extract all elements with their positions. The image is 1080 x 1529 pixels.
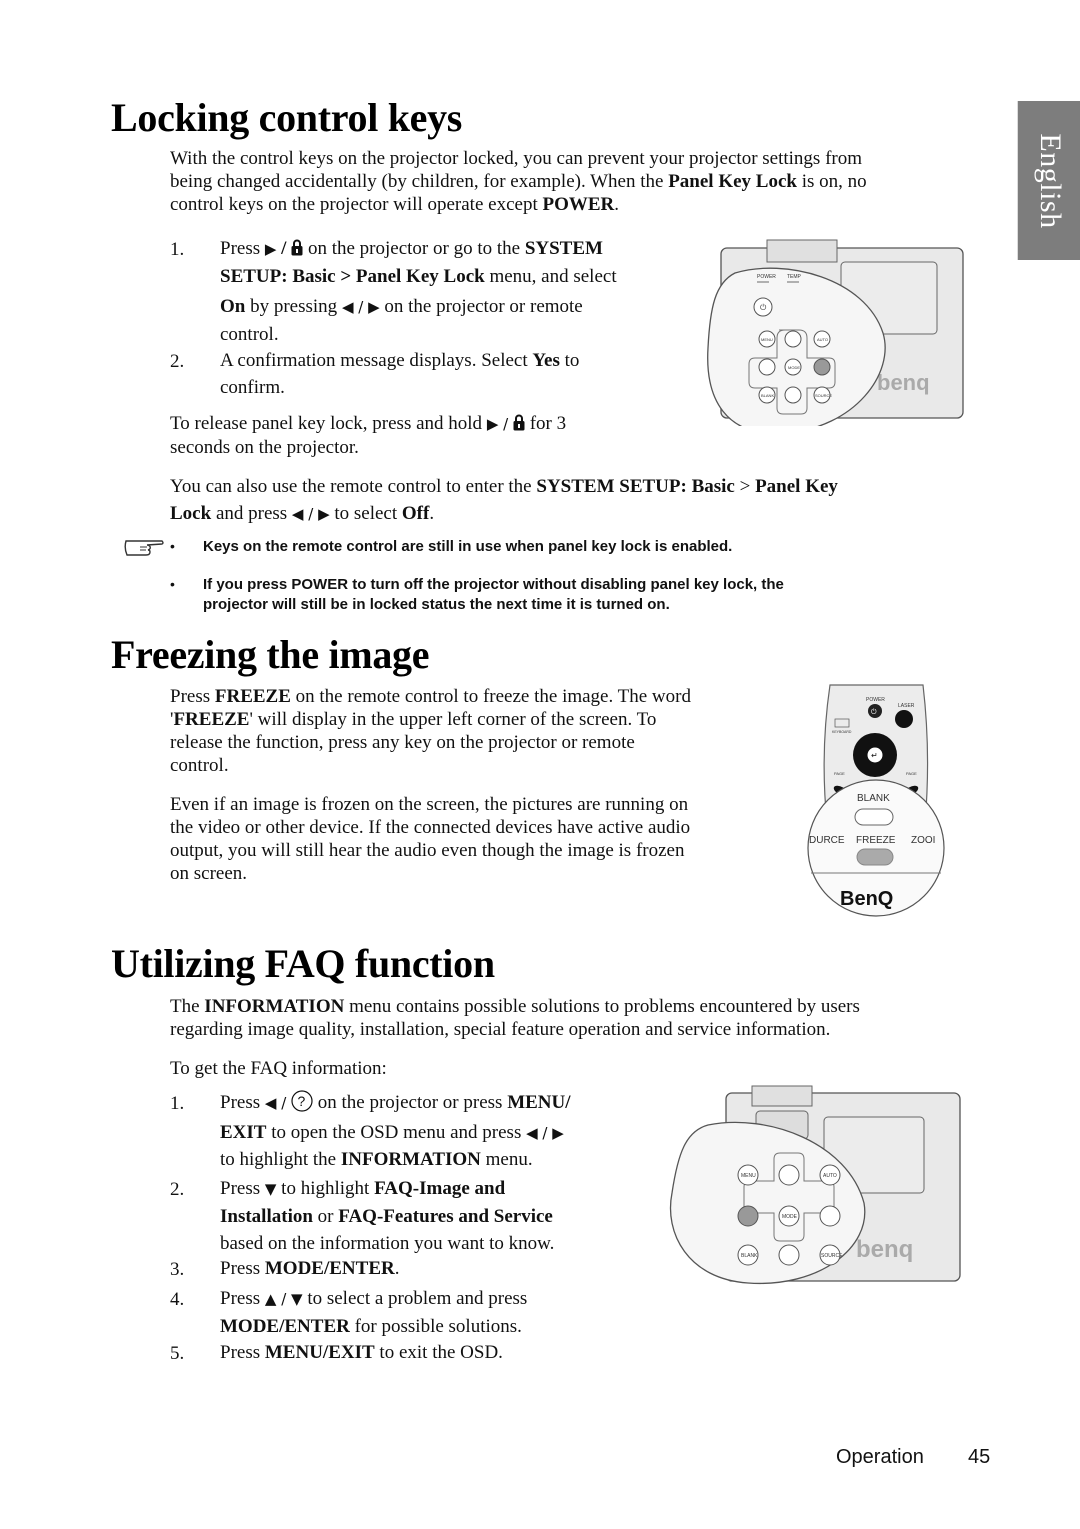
svg-text:POWER: POWER — [866, 697, 885, 703]
locking-intro: With the control keys on the projector l… — [170, 147, 990, 216]
svg-text:POWER: POWER — [757, 274, 776, 280]
step-number: 3. — [170, 1259, 185, 1280]
svg-text:BLANK: BLANK — [857, 793, 890, 804]
step-number: 4. — [170, 1289, 185, 1310]
note-item: Keys on the remote control are still in … — [203, 538, 733, 555]
svg-text:BLANK: BLANK — [741, 1253, 758, 1259]
svg-text:FREEZE: FREEZE — [856, 835, 896, 846]
freeze-paragraph-2: Even if an image is frozen on the screen… — [170, 794, 691, 884]
svg-text:TEMP: TEMP — [787, 274, 802, 280]
svg-text:SOURCE: SOURCE — [821, 1253, 843, 1259]
help-icon: ? — [291, 1090, 313, 1112]
step-text: Press MODE/ENTER. — [220, 1258, 400, 1279]
remote-control-figure: ⏻ POWER LASER KEYBOARD ↵ PAGE PAGE BLANK… — [807, 684, 945, 917]
right-arrow-icon: ▶ — [486, 415, 499, 433]
svg-text:?: ? — [298, 1093, 306, 1109]
intro-line: control keys on the projector will opera… — [170, 194, 620, 215]
svg-text:MENU: MENU — [761, 337, 773, 342]
svg-text:DURCE: DURCE — [809, 835, 845, 846]
note-item: If you press POWER to turn off the proje… — [203, 576, 784, 613]
right-arrow-icon: ▶ — [552, 1124, 564, 1142]
section-title-freezing: Freezing the image — [111, 632, 430, 677]
step-text: Press ▼ to highlight FAQ-Image and Insta… — [220, 1178, 555, 1254]
left-arrow-icon: ◀ — [341, 298, 354, 316]
projector-panel-figure-lock: benq POWER TEMP ⏻ MENU AUTO MODE BLANK S… — [707, 239, 964, 426]
step-number: 5. — [170, 1343, 185, 1364]
up-arrow-icon: ▲ — [264, 1290, 277, 1308]
section-title-locking: Locking control keys — [111, 95, 463, 140]
step-text: Press ▶ / on the projector or go to the … — [220, 238, 617, 345]
brand-logo: benq — [856, 1236, 913, 1263]
right-arrow-icon: ▶ — [264, 240, 277, 258]
step-text: Press MENU/EXIT to exit the OSD. — [220, 1342, 503, 1363]
step-number: 1. — [170, 1093, 185, 1114]
note-hand-icon — [124, 540, 164, 556]
brand-logo: benq — [877, 370, 930, 395]
page-number: 45 — [968, 1446, 991, 1468]
language-tab: English — [1017, 101, 1080, 260]
intro-line: being changed accidentally (by children,… — [170, 171, 867, 192]
step-text: Press ▲ / ▼ to select a problem and pres… — [220, 1288, 528, 1337]
intro-line: With the control keys on the projector l… — [170, 148, 863, 169]
svg-text:SOURCE: SOURCE — [815, 393, 832, 398]
left-arrow-icon: ◀ — [264, 1094, 277, 1112]
svg-text:PAGE: PAGE — [906, 771, 917, 776]
brand-logo: BenQ — [840, 888, 893, 910]
svg-text:↵: ↵ — [871, 751, 878, 760]
down-arrow-icon: ▼ — [264, 1180, 277, 1198]
right-arrow-icon: ▶ — [368, 298, 380, 316]
svg-text:KEYBOARD: KEYBOARD — [832, 730, 852, 734]
faq-lead: To get the FAQ information: — [170, 1058, 387, 1079]
step-number: 2. — [170, 1179, 185, 1200]
svg-text:BLANK: BLANK — [761, 393, 774, 398]
svg-text:⏻: ⏻ — [760, 303, 767, 312]
left-arrow-icon: ◀ — [291, 505, 304, 523]
remote-text: You can also use the remote control to e… — [170, 476, 838, 524]
right-arrow-icon: ▶ — [318, 505, 330, 523]
svg-text:AUTO: AUTO — [817, 337, 828, 342]
step-number: 2. — [170, 351, 185, 372]
svg-text:MENU: MENU — [741, 1173, 756, 1179]
svg-text:ZOOI: ZOOI — [911, 835, 935, 846]
lock-icon — [291, 239, 303, 256]
down-arrow-icon: ▼ — [291, 1290, 303, 1308]
faq-intro: The INFORMATION menu contains possible s… — [170, 996, 860, 1040]
svg-text:PAGE: PAGE — [834, 771, 845, 776]
step-text: Press ◀ / ? on the projector or press ME… — [220, 1090, 571, 1170]
step-text: A confirmation message displays. Select … — [220, 350, 580, 398]
release-text: To release panel key lock, press and hol… — [170, 413, 567, 458]
footer-section: Operation — [836, 1446, 924, 1468]
left-arrow-icon: ◀ — [526, 1124, 538, 1142]
svg-text:⏻: ⏻ — [871, 708, 877, 716]
language-tab-label: English — [1033, 132, 1067, 229]
svg-text:LASER: LASER — [898, 703, 915, 709]
freeze-paragraph-1: Press FREEZE on the remote control to fr… — [170, 686, 691, 776]
svg-text:AUTO: AUTO — [823, 1173, 837, 1179]
svg-text:MODE: MODE — [788, 365, 800, 370]
note-bullet: • — [170, 576, 175, 592]
step-number: 1. — [170, 239, 185, 260]
note-bullet: • — [170, 538, 175, 554]
svg-text:MODE: MODE — [782, 1214, 798, 1220]
lock-icon — [513, 414, 525, 431]
projector-panel-figure-faq: benq MENU AUTO MODE BLANK SOURCE — [669, 1085, 961, 1285]
section-title-faq: Utilizing FAQ function — [111, 941, 495, 986]
